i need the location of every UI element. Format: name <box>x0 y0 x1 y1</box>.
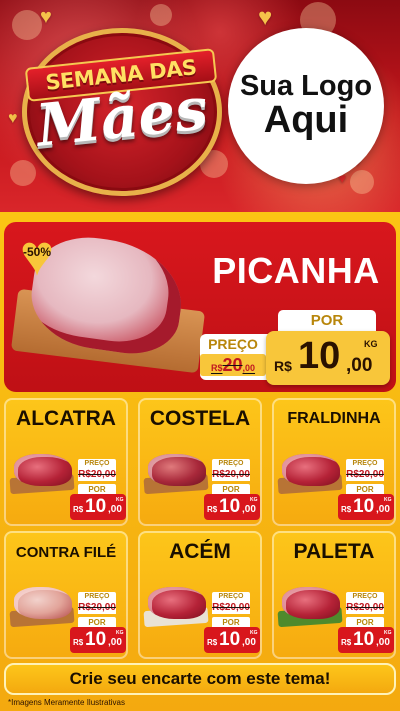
price-decimal: ,00 <box>108 504 122 515</box>
bokeh-light <box>12 10 42 40</box>
old-price: R$20,00 <box>78 602 116 614</box>
price-unit: KG <box>250 497 258 503</box>
product-card: PALETA PREÇO R$20,00 POR R$ 10 ,00 KG <box>272 531 396 659</box>
logo-text-line1: Sua Logo <box>239 69 373 102</box>
old-price-dec: ,00 <box>242 363 256 373</box>
discount-badge: -50% <box>22 245 51 259</box>
price-integer: 10 <box>353 629 375 650</box>
price-tag: R$ 10 ,00 KG <box>338 494 394 520</box>
price-currency: R$ <box>341 638 352 647</box>
old-price: R$20,00 <box>212 602 250 614</box>
price-currency: R$ <box>73 505 84 514</box>
product-card: ALCATRA PREÇO R$20,00 POR R$ 10 ,00 KG <box>4 398 128 526</box>
product-name: ALCATRA <box>16 407 116 430</box>
price-currency: R$ <box>274 358 292 374</box>
fraldinha-image <box>282 454 340 486</box>
price-decimal: ,00 <box>376 637 390 648</box>
price-integer: 10 <box>219 496 241 517</box>
price-integer: 10 <box>298 335 341 377</box>
bokeh-light <box>350 170 374 194</box>
price-currency: R$ <box>207 638 218 647</box>
logo-placeholder: Sua Logo Aqui <box>228 28 384 184</box>
price-unit: KG <box>384 497 392 503</box>
price-currency: R$ <box>73 638 84 647</box>
product-name: FRALDINHA <box>287 410 381 427</box>
product-card: ACÉM PREÇO R$20,00 POR R$ 10 ,00 KG <box>138 531 262 659</box>
heart-icon: ♥ <box>8 110 18 127</box>
price-tag: R$ 10 ,00 KG <box>70 627 126 653</box>
cta-banner[interactable]: Crie seu encarte com este tema! <box>4 663 396 695</box>
product-card: FRALDINHA PREÇO R$20,00 POR R$ 10 ,00 KG <box>272 398 396 526</box>
price-unit: KG <box>364 339 378 349</box>
old-price: R$20,00 <box>346 469 384 481</box>
bokeh-light <box>10 160 36 186</box>
product-name: CONTRA FILÉ <box>15 544 117 561</box>
acem-image <box>148 587 206 619</box>
heart-icon: ♥ <box>40 6 52 28</box>
product-name: COSTELA <box>149 407 251 430</box>
preco-label: PREÇO <box>208 336 258 352</box>
preco-label: PREÇO <box>212 592 250 602</box>
logo-text-line2: Aqui <box>263 99 349 142</box>
price-tag: R$ 10 ,00 KG <box>204 627 260 653</box>
price-tag: R$ 10 ,00 KG <box>204 494 260 520</box>
costela-image <box>148 454 206 486</box>
header-banner: ♥ ♥ ♥ ♥ ♥ ♥ ♥ SEMANA DAS Mães Sua Logo A… <box>0 0 400 212</box>
preco-label: PREÇO <box>346 459 384 469</box>
price-decimal: ,00 <box>242 637 256 648</box>
price-unit: KG <box>384 630 392 636</box>
price-unit: KG <box>116 630 124 636</box>
product-name: ACÉM <box>169 540 231 563</box>
price-integer: 10 <box>219 629 241 650</box>
preco-label: PREÇO <box>78 459 116 469</box>
heart-icon: ♥ <box>258 4 273 31</box>
old-price: R$20,00 <box>200 354 266 376</box>
old-price: R$20,00 <box>346 602 384 614</box>
product-name: PALETA <box>293 540 375 563</box>
price-decimal: ,00 <box>376 504 390 515</box>
featured-product-name: PICANHA <box>212 250 380 291</box>
price-unit: KG <box>116 497 124 503</box>
price-decimal: ,00 <box>346 355 373 376</box>
price-integer: 10 <box>85 496 107 517</box>
alcatra-image <box>14 454 72 486</box>
price-unit: KG <box>250 630 258 636</box>
old-price-currency: R$ <box>210 363 223 373</box>
disclaimer-text: *Imagens Meramente Ilustrativas <box>8 698 125 707</box>
old-price-int: 20 <box>222 355 243 375</box>
preco-label: PREÇO <box>346 592 384 602</box>
price-integer: 10 <box>85 629 107 650</box>
title-line2: Mães <box>33 74 211 160</box>
old-price: R$20,00 <box>78 469 116 481</box>
bokeh-light <box>150 4 172 26</box>
featured-price-tag: R$ 10 ,00 KG <box>266 331 390 385</box>
por-label: POR <box>278 310 376 332</box>
price-decimal: ,00 <box>108 637 122 648</box>
price-tag: R$ 10 ,00 KG <box>338 627 394 653</box>
product-card: COSTELA PREÇO R$20,00 POR R$ 10 ,00 KG <box>138 398 262 526</box>
price-decimal: ,00 <box>242 504 256 515</box>
old-price: R$20,00 <box>212 469 250 481</box>
price-currency: R$ <box>341 505 352 514</box>
preco-label: PREÇO <box>78 592 116 602</box>
preco-label: PREÇO <box>212 459 250 469</box>
paleta-image <box>282 587 340 619</box>
price-currency: R$ <box>207 505 218 514</box>
price-integer: 10 <box>353 496 375 517</box>
contra-file-image <box>14 587 72 619</box>
price-tag: R$ 10 ,00 KG <box>70 494 126 520</box>
product-card: CONTRA FILÉ PREÇO R$20,00 POR R$ 10 ,00 … <box>4 531 128 659</box>
